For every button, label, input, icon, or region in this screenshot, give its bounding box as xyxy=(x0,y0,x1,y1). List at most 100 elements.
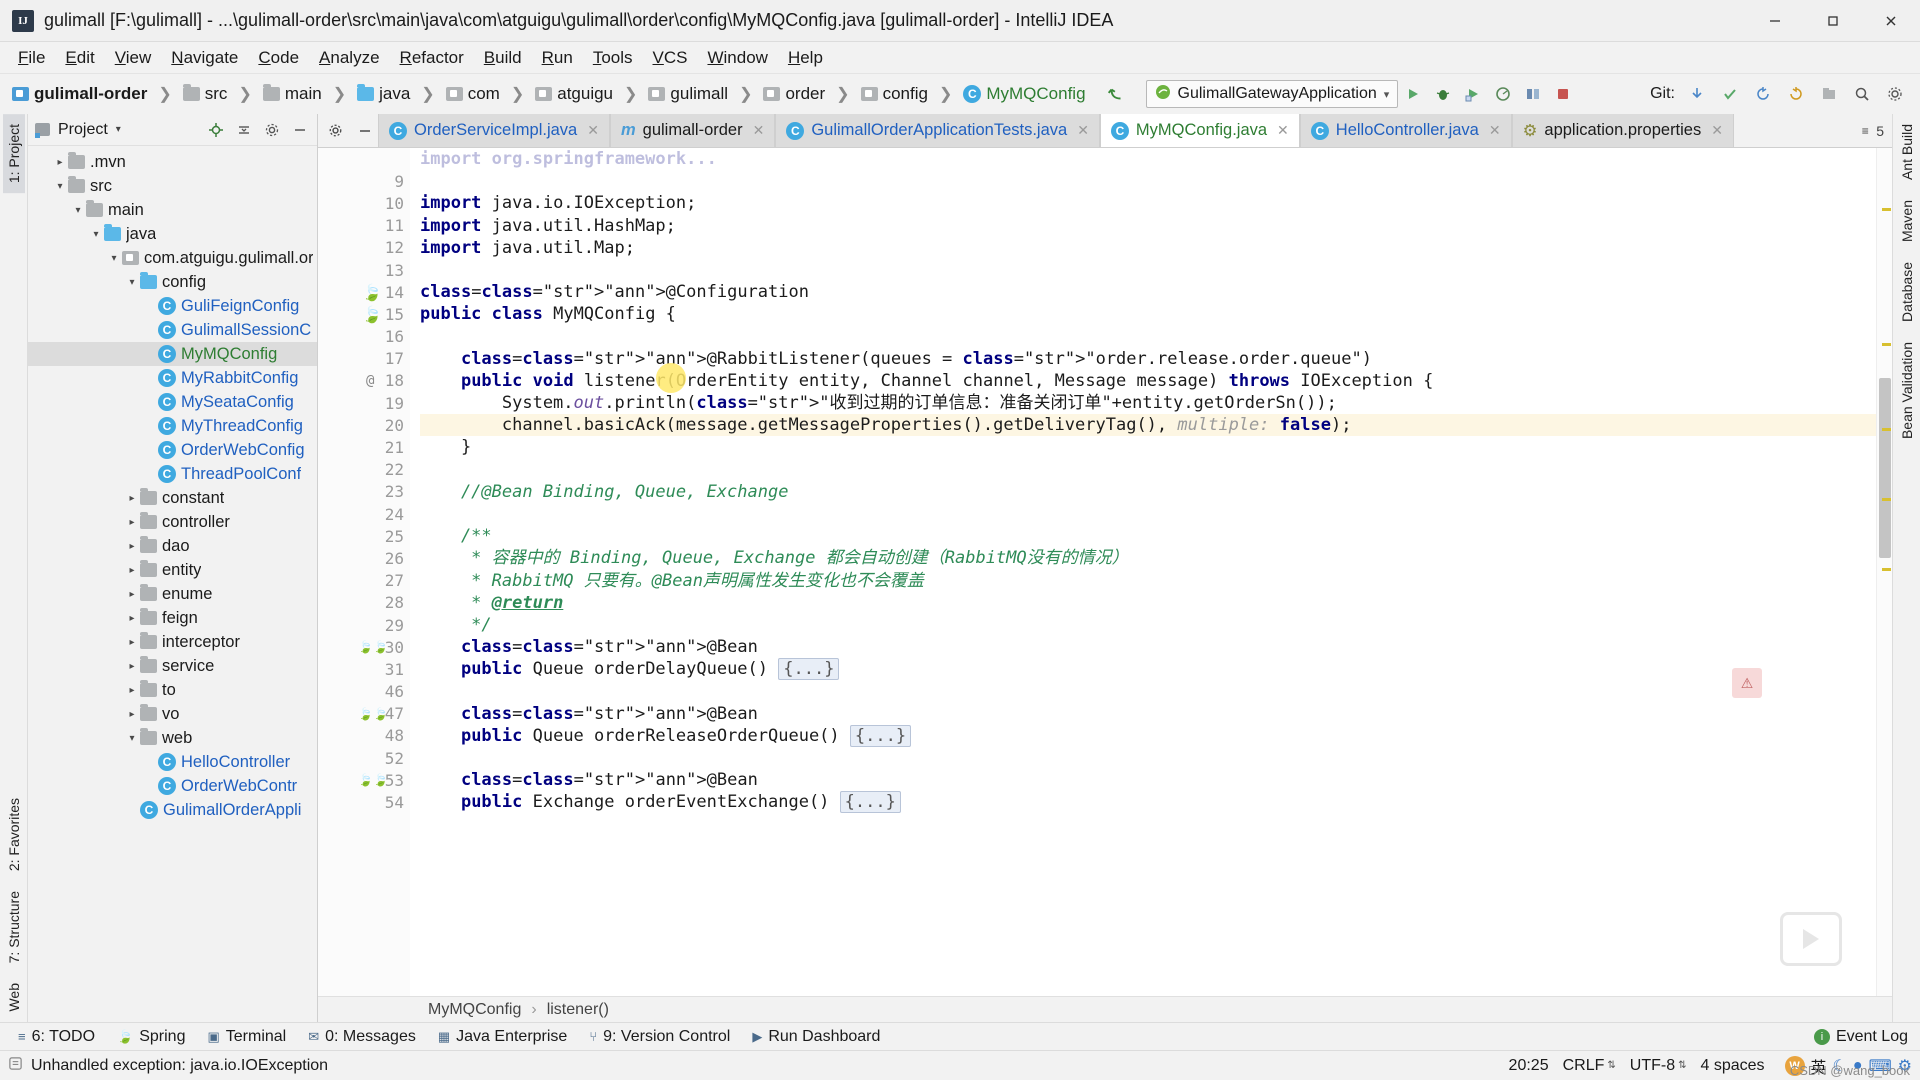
warning-stripe-mark[interactable] xyxy=(1882,568,1891,571)
gutter-line-48[interactable]: 48 xyxy=(318,725,410,747)
inspection-badge[interactable]: ⚠ xyxy=(1732,668,1762,698)
settings-gear-icon[interactable] xyxy=(318,114,352,147)
gutter-line-52[interactable]: 52 xyxy=(318,747,410,769)
rail-item-web[interactable]: Web xyxy=(3,973,25,1022)
tree-node-web[interactable]: ▾ web xyxy=(28,726,317,750)
chevron-down-icon[interactable]: ▾ xyxy=(124,277,140,288)
code-line-24[interactable] xyxy=(420,503,1876,525)
code-line-30[interactable]: class=class="str">"ann">@Bean xyxy=(420,636,1876,658)
editor-tab-gulimallorderapplicationtests-java[interactable]: C GulimallOrderApplicationTests.java ✕ xyxy=(775,114,1100,147)
breadcrumb-item-main[interactable]: main xyxy=(260,83,325,105)
editor-tab-hellocontroller-java[interactable]: C HelloController.java ✕ xyxy=(1299,114,1512,147)
chevron-right-icon[interactable]: ▸ xyxy=(124,661,140,672)
tool-window-0-messages[interactable]: ✉ 0: Messages xyxy=(298,1026,426,1048)
tree-node-gulimallsessionc[interactable]: C GulimallSessionC xyxy=(28,318,317,342)
tree-node-mythreadconfig[interactable]: C MyThreadConfig xyxy=(28,414,317,438)
breadcrumb-item-java[interactable]: java xyxy=(354,83,413,105)
minimize-button[interactable] xyxy=(1746,0,1804,42)
rail-item-maven[interactable]: Maven xyxy=(1896,190,1918,252)
profiler-icon[interactable] xyxy=(1490,81,1516,107)
tree-node-interceptor[interactable]: ▸ interceptor xyxy=(28,630,317,654)
gutter-line-15[interactable]: 🍃 15 xyxy=(318,303,410,325)
warning-stripe-mark[interactable] xyxy=(1882,343,1891,346)
code-line-22[interactable] xyxy=(420,459,1876,481)
gutter-line-30[interactable]: 🍃🍃 30 xyxy=(318,636,410,658)
run-configuration-selector[interactable]: GulimallGatewayApplication ▾ xyxy=(1145,80,1399,108)
code-line-14[interactable]: class=class="str">"ann">@Configuration xyxy=(420,281,1876,303)
rail-item-database[interactable]: Database xyxy=(1896,252,1918,332)
tree-node-orderwebconfig[interactable]: C OrderWebConfig xyxy=(28,438,317,462)
warning-stripe-mark[interactable] xyxy=(1882,498,1891,501)
menu-item-analyze[interactable]: Analyze xyxy=(309,45,389,71)
tree-node-controller[interactable]: ▸ controller xyxy=(28,510,317,534)
navigate-back-icon[interactable] xyxy=(1107,85,1125,103)
tree-node-myseataconfig[interactable]: C MySeataConfig xyxy=(28,390,317,414)
code-line-10[interactable]: import java.io.IOException; xyxy=(420,192,1876,214)
tree-node-constant[interactable]: ▸ constant xyxy=(28,486,317,510)
code-line-47[interactable]: class=class="str">"ann">@Bean xyxy=(420,703,1876,725)
settings-icon[interactable] xyxy=(1882,81,1908,107)
tree-node-to[interactable]: ▸ to xyxy=(28,678,317,702)
code-line-25[interactable]: /** xyxy=(420,525,1876,547)
breadcrumb-item-atguigu[interactable]: atguigu xyxy=(532,83,616,105)
gutter-line-54[interactable]: 54 xyxy=(318,791,410,813)
tool-window-spring[interactable]: 🍃 Spring xyxy=(107,1026,195,1048)
chevron-right-icon[interactable]: ▸ xyxy=(124,541,140,552)
rail-item-2-favorites[interactable]: 2: Favorites xyxy=(3,788,25,881)
code-line-29[interactable]: */ xyxy=(420,614,1876,636)
chevron-right-icon[interactable]: ▸ xyxy=(124,685,140,696)
tree-node-entity[interactable]: ▸ entity xyxy=(28,558,317,582)
code-line-17[interactable]: class=class="str">"ann">@RabbitListener(… xyxy=(420,348,1876,370)
minimize-icon[interactable] xyxy=(352,114,378,147)
chevron-right-icon[interactable]: ▸ xyxy=(124,709,140,720)
tool-window-run-dashboard[interactable]: ▶ Run Dashboard xyxy=(742,1026,890,1048)
gutter-line-18[interactable]: @18 xyxy=(318,370,410,392)
editor-breadcrumb[interactable]: MyMQConfig › listener() xyxy=(318,996,1892,1022)
event-log-button[interactable]: i Event Log xyxy=(1813,1028,1920,1046)
chevron-down-icon[interactable]: ▾ xyxy=(124,733,140,744)
menu-item-code[interactable]: Code xyxy=(248,45,309,71)
settings-gear-icon[interactable] xyxy=(262,120,282,140)
code-line-53[interactable]: class=class="str">"ann">@Bean xyxy=(420,769,1876,791)
gutter-line-21[interactable]: 21 xyxy=(318,436,410,458)
gutter-line-53[interactable]: 🍃🍃 53 xyxy=(318,769,410,791)
gutter-line-24[interactable]: 24 xyxy=(318,503,410,525)
gutter-line-14[interactable]: 🍃 14 xyxy=(318,281,410,303)
warning-stripe-mark[interactable] xyxy=(1882,208,1891,211)
close-icon[interactable]: ✕ xyxy=(1077,122,1089,139)
close-icon[interactable]: ✕ xyxy=(1277,122,1289,139)
breadcrumb-method[interactable]: listener() xyxy=(547,1001,609,1019)
menu-item-refactor[interactable]: Refactor xyxy=(390,45,474,71)
chevron-right-icon[interactable]: ▸ xyxy=(124,517,140,528)
build-icon[interactable] xyxy=(1520,81,1546,107)
menu-item-tools[interactable]: Tools xyxy=(583,45,643,71)
tree-node-dao[interactable]: ▸ dao xyxy=(28,534,317,558)
encoding-selector[interactable]: UTF-8 ⇅ xyxy=(1630,1057,1687,1075)
tree-node-java[interactable]: ▾ java xyxy=(28,222,317,246)
menu-item-vcs[interactable]: VCS xyxy=(643,45,698,71)
code-line-11[interactable]: import java.util.HashMap; xyxy=(420,215,1876,237)
breadcrumb-item-order[interactable]: order xyxy=(760,83,828,105)
chevron-down-icon[interactable]: ▾ xyxy=(106,253,122,264)
run-with-coverage-icon[interactable] xyxy=(1460,81,1486,107)
code-line-12[interactable]: import java.util.Map; xyxy=(420,237,1876,259)
gutter-line-19[interactable]: 19 xyxy=(318,392,410,414)
commit-icon[interactable] xyxy=(1717,81,1743,107)
code-line-31[interactable]: public Queue orderDelayQueue() {...} xyxy=(420,658,1876,681)
indent-selector[interactable]: 4 spaces xyxy=(1700,1057,1764,1075)
chevron-down-icon[interactable]: ▾ xyxy=(70,205,86,216)
caret-position[interactable]: 20:25 xyxy=(1509,1057,1549,1075)
code-text[interactable]: import org.springframework... import java… xyxy=(410,148,1876,996)
chevron-right-icon[interactable]: ▸ xyxy=(124,589,140,600)
code-line-52[interactable] xyxy=(420,747,1876,769)
chevron-down-icon[interactable]: ▾ xyxy=(52,181,68,192)
editor-tab-gulimall-order[interactable]: m gulimall-order ✕ xyxy=(609,114,776,147)
chevron-right-icon[interactable]: ▸ xyxy=(124,493,140,504)
code-line-9[interactable] xyxy=(420,170,1876,192)
rail-item-7-structure[interactable]: 7: Structure xyxy=(3,881,25,973)
rail-item-1-project[interactable]: 1: Project xyxy=(2,114,25,194)
chevron-right-icon[interactable]: ▸ xyxy=(124,613,140,624)
tool-window-9-version-control[interactable]: ⑂ 9: Version Control xyxy=(579,1026,740,1048)
code-line-48[interactable]: public Queue orderReleaseOrderQueue() {.… xyxy=(420,724,1876,747)
rollback-icon[interactable] xyxy=(1783,81,1809,107)
